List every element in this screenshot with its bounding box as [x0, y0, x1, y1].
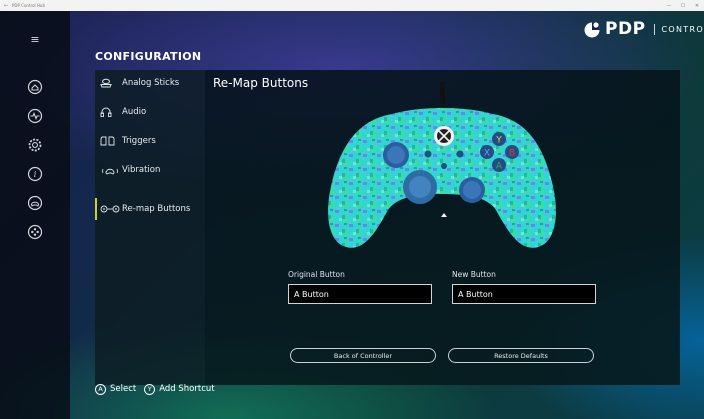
menu-item-remap-buttons[interactable]: Re-map Buttons: [95, 198, 205, 220]
pdp-logo: PDP CONTROL HUB: [583, 19, 704, 39]
triggers-icon: [100, 136, 122, 146]
app-window: ≡ i PDP CONTROL HUB CONFIGURATION: [0, 11, 704, 419]
footer-hints: A Select Y Add Shortcut: [95, 382, 215, 396]
hamburger-menu-icon[interactable]: ≡: [28, 34, 42, 45]
menu-item-vibration[interactable]: Vibration: [95, 159, 205, 181]
back-arrow-icon[interactable]: ←: [0, 3, 12, 9]
maximize-button[interactable]: ☐: [676, 3, 690, 9]
restore-defaults-button[interactable]: Restore Defaults: [448, 348, 594, 363]
new-button-label: New Button: [452, 270, 496, 279]
original-button-field[interactable]: A Button: [288, 284, 432, 304]
new-button-field[interactable]: A Button: [452, 284, 596, 304]
add-shortcut-hint-label: Add Shortcut: [159, 384, 215, 394]
remap-icon: [100, 204, 122, 214]
close-button[interactable]: ✕: [690, 3, 704, 9]
menu-item-label: Re-map Buttons: [122, 204, 191, 214]
original-button-label: Original Button: [288, 270, 345, 279]
activity-icon[interactable]: [26, 107, 44, 125]
menu-item-label: Audio: [122, 107, 147, 117]
menu-item-label: Vibration: [122, 165, 161, 175]
select-hint-label: Select: [110, 384, 137, 394]
section-title: CONFIGURATION: [95, 50, 202, 63]
headset-icon: [100, 107, 122, 117]
menu-item-audio[interactable]: Audio: [95, 101, 205, 123]
menu-item-label: Triggers: [122, 136, 156, 146]
y-button-hint-icon: Y: [144, 383, 156, 395]
svg-text:B: B: [509, 149, 515, 159]
analog-stick-icon: [100, 78, 122, 88]
svg-text:Y: Y: [495, 136, 502, 146]
nav-rail: ≡ i: [0, 11, 70, 419]
home-icon[interactable]: [26, 78, 44, 96]
svg-text:X: X: [484, 149, 490, 159]
title-bar: ← PDP Control Hub — ☐ ✕: [0, 0, 704, 11]
logo-divider: [653, 23, 655, 35]
vibration-icon: [100, 165, 122, 175]
a-button-hint-icon: A: [95, 383, 106, 395]
remap-panel: Re-Map Buttons Y X B A Original Button A…: [205, 70, 680, 385]
controller-icon[interactable]: [26, 194, 44, 212]
info-icon[interactable]: i: [26, 165, 44, 183]
configuration-menu: Analog Sticks Audio Triggers Vibration R…: [95, 70, 205, 385]
back-of-controller-button[interactable]: Back of Controller: [290, 348, 436, 363]
minimize-button[interactable]: —: [662, 3, 676, 9]
logo-brand-text: PDP: [605, 19, 646, 39]
settings-icon[interactable]: [26, 136, 44, 154]
logo-product-text: CONTROL HUB: [661, 24, 704, 34]
svg-text:i: i: [34, 170, 37, 179]
pdp-brand-mark-icon: [584, 22, 600, 38]
panel-title: Re-Map Buttons: [213, 76, 309, 90]
menu-item-triggers[interactable]: Triggers: [95, 130, 205, 152]
menu-item-label: Analog Sticks: [122, 78, 180, 88]
window-title: PDP Control Hub: [12, 3, 45, 8]
gamepad-buttons-icon[interactable]: [26, 223, 44, 241]
controller-image: Y X B A: [320, 82, 565, 257]
menu-item-analog-sticks[interactable]: Analog Sticks: [95, 72, 205, 94]
svg-text:A: A: [496, 162, 503, 172]
